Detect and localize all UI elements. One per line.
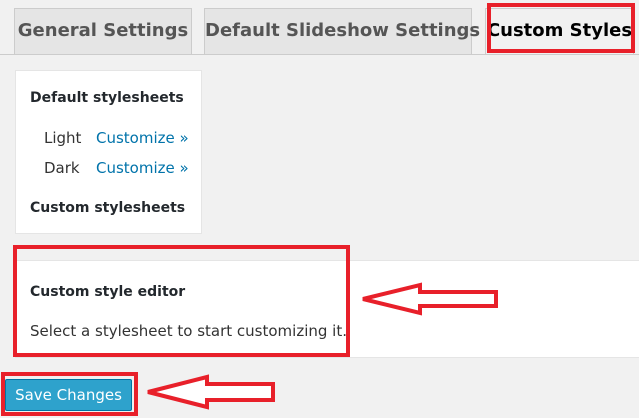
- tab-default-slideshow-settings[interactable]: Default Slideshow Settings: [204, 8, 480, 54]
- red-arrow-icon: [362, 282, 498, 316]
- stylesheet-row-dark: Dark Customize »: [44, 159, 189, 177]
- default-stylesheets-heading: Default stylesheets: [30, 90, 184, 106]
- stylesheets-panel: Default stylesheets Light Customize » Dar…: [15, 70, 202, 234]
- customize-light-link[interactable]: Customize »: [96, 129, 189, 147]
- customize-dark-link[interactable]: Customize »: [96, 159, 189, 177]
- editor-highlight: [13, 245, 350, 357]
- stylesheet-name: Dark: [44, 159, 80, 177]
- red-arrow-icon: [147, 374, 275, 410]
- stylesheet-row-light: Light Customize »: [44, 129, 189, 147]
- tabs-divider: [0, 54, 639, 55]
- stylesheet-name: Light: [44, 129, 82, 147]
- custom-styles-tab-highlight: [487, 3, 635, 53]
- save-changes-button[interactable]: Save Changes: [5, 379, 132, 411]
- custom-stylesheets-heading: Custom stylesheets: [30, 200, 186, 216]
- tab-general-settings[interactable]: General Settings: [14, 8, 192, 54]
